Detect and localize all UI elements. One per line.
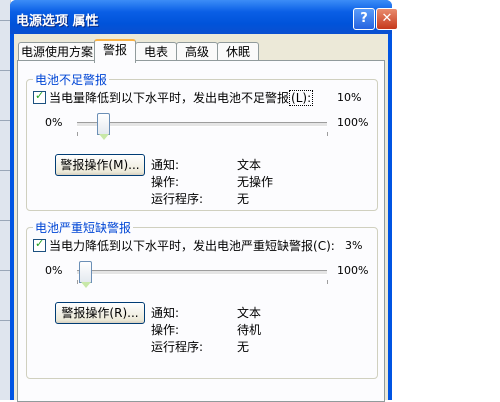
tab-alarms[interactable]: 警报 (94, 39, 136, 63)
alarms-tab-panel: 电池不足警报 当电量降低到以下水平时，发出电池不足警报(L): 10% 0% 1… (17, 60, 385, 402)
critical-battery-notify-label: 通知: (151, 306, 180, 320)
background-line (0, 120, 10, 121)
low-battery-action-value: 无操作 (237, 175, 274, 189)
critical-battery-alarm-text: 当电力降低到以下水平时，发出电池严重短缺警报 (49, 239, 314, 253)
low-battery-accelerator: (L): (289, 90, 314, 106)
critical-battery-run-program-label: 运行程序: (151, 340, 204, 354)
critical-battery-notify-value: 文本 (237, 306, 262, 320)
low-battery-notify-value: 文本 (237, 158, 262, 172)
window-title: 电源选项 属性 (16, 14, 99, 29)
low-battery-notify-label: 通知: (151, 158, 180, 172)
low-battery-group-label: 电池不足警报 (33, 71, 110, 88)
critical-battery-group: 电池严重短缺警报 当电力降低到以下水平时，发出电池严重短缺警报(C): 3% 0… (26, 219, 378, 379)
slider-tick (327, 132, 328, 136)
low-battery-slider-min: 0% (45, 116, 63, 129)
critical-battery-run-program-value: 无 (237, 340, 250, 354)
close-button[interactable]: ✕ (376, 8, 398, 30)
critical-battery-level-value: 3% (345, 239, 363, 252)
critical-battery-slider-min: 0% (45, 264, 63, 277)
critical-battery-slider-thumb[interactable] (79, 261, 92, 288)
low-battery-alarm-text: 当电量降低到以下水平时，发出电池不足警报 (49, 91, 290, 105)
critical-battery-group-label: 电池严重短缺警报 (33, 219, 134, 236)
desktop-background-right (392, 0, 500, 400)
background-line (0, 320, 10, 321)
low-battery-alarm-checkbox-label[interactable]: 当电量降低到以下水平时，发出电池不足警报 (L): (49, 89, 314, 106)
tab-hibernate[interactable]: 休眠 (217, 42, 259, 61)
tab-advanced[interactable]: 高级 (176, 42, 218, 61)
critical-battery-alarm-checkbox[interactable] (33, 237, 46, 252)
critical-battery-alarm-action-button[interactable]: 警报操作(R)... (55, 302, 145, 324)
slider-tick (77, 280, 78, 284)
low-battery-group: 电池不足警报 当电量降低到以下水平时，发出电池不足警报(L): 10% 0% 1… (26, 71, 378, 211)
critical-battery-slider-track[interactable] (77, 270, 327, 275)
background-line (0, 170, 10, 171)
low-battery-alarm-checkbox[interactable] (33, 89, 46, 104)
low-battery-action-label: 操作: (151, 175, 180, 189)
critical-battery-slider-max: 100% (337, 264, 369, 277)
dialog-body: 电源使用方案 警报 电表 高级 休眠 电池不足警报 当电量降低到以下水平时，发出… (14, 34, 388, 402)
background-line (0, 20, 10, 21)
critical-battery-alarm-checkbox-label[interactable]: 当电力降低到以下水平时，发出电池严重短缺警报(C): (49, 237, 335, 254)
tab-power-meter[interactable]: 电表 (135, 42, 177, 61)
help-button[interactable]: ? (353, 8, 375, 30)
tab-power-schemes[interactable]: 电源使用方案 (18, 42, 96, 61)
low-battery-slider-thumb[interactable] (97, 113, 110, 140)
background-line (0, 70, 10, 71)
low-battery-run-program-value: 无 (237, 192, 250, 206)
low-battery-level-value: 10% (337, 91, 362, 104)
title-bar[interactable]: 电源选项 属性 ? ✕ (10, 0, 398, 34)
power-options-dialog: 电源选项 属性 ? ✕ 电源使用方案 警报 电表 高级 休眠 电池不足警报 当电… (10, 0, 398, 402)
background-line (0, 220, 10, 221)
critical-battery-action-label: 操作: (151, 323, 180, 337)
low-battery-slider-track[interactable] (77, 122, 327, 127)
background-line (0, 270, 10, 271)
critical-battery-accelerator: (C): (313, 239, 335, 253)
slider-tick (327, 280, 328, 284)
low-battery-alarm-action-button[interactable]: 警报操作(M)... (55, 154, 145, 176)
critical-battery-action-value: 待机 (237, 323, 262, 337)
low-battery-run-program-label: 运行程序: (151, 192, 204, 206)
low-battery-slider-max: 100% (337, 116, 369, 129)
slider-tick (77, 132, 78, 136)
